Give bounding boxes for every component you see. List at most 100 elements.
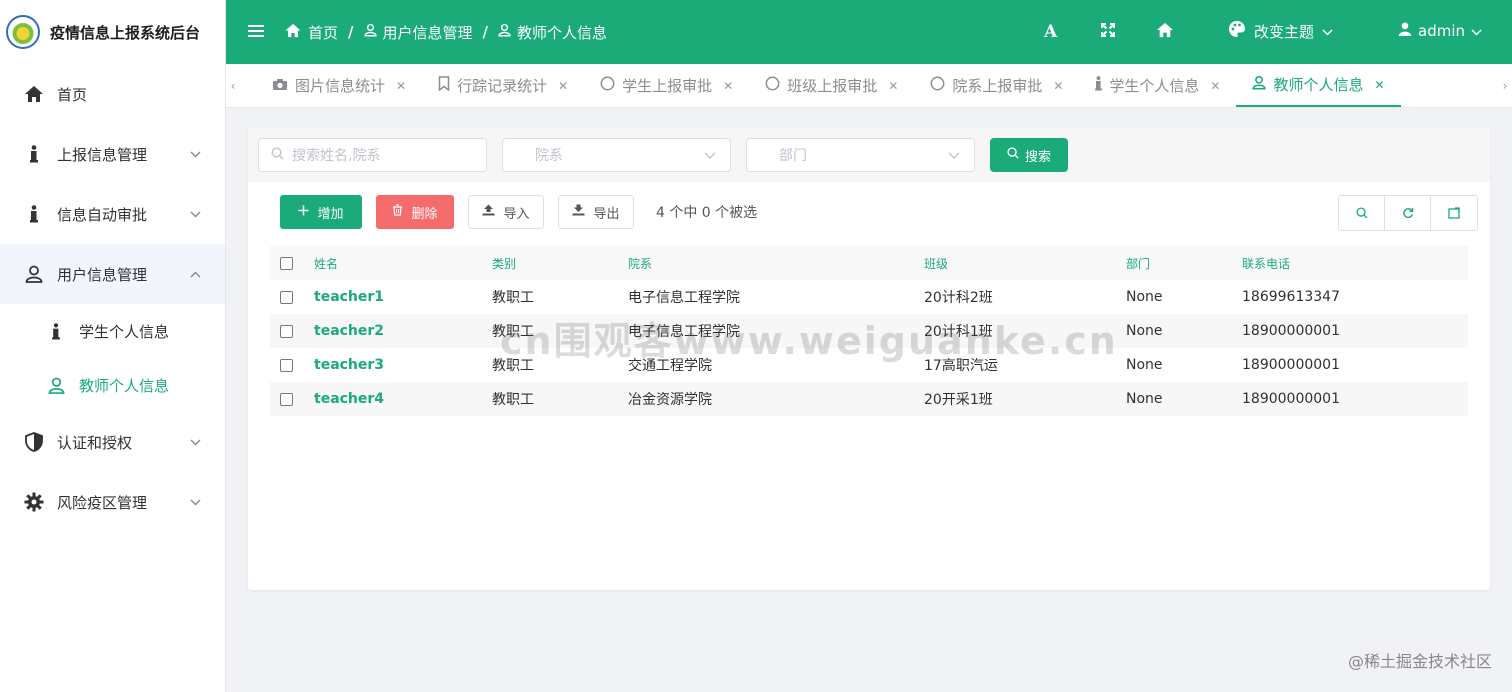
teacher-table: 姓名 类别 院系 班级 部门 联系电话 teacher1 教职工 电子信息工程学… <box>270 246 1468 416</box>
cell-name[interactable]: teacher1 <box>304 280 482 314</box>
column-header[interactable]: 姓名 <box>304 246 482 280</box>
cell-class: 20开采1班 <box>914 382 1116 416</box>
circle-icon <box>600 76 615 95</box>
row-checkbox[interactable] <box>280 392 293 406</box>
close-icon[interactable]: ✕ <box>396 79 406 93</box>
user-icon <box>1252 75 1267 94</box>
tab-label: 学生上报审批 <box>622 77 713 95</box>
import-button[interactable]: 导入 <box>468 195 544 229</box>
close-icon[interactable]: ✕ <box>1210 79 1220 93</box>
table-row[interactable]: teacher1 教职工 电子信息工程学院 20计科2班 None 186996… <box>270 280 1468 314</box>
column-header[interactable]: 院系 <box>618 246 914 280</box>
close-icon[interactable]: ✕ <box>558 79 568 93</box>
cell-college: 电子信息工程学院 <box>618 314 914 348</box>
add-button-label: 增加 <box>317 206 344 222</box>
row-checkbox[interactable] <box>280 290 293 304</box>
row-checkbox[interactable] <box>280 358 293 372</box>
refresh-icon[interactable] <box>1385 196 1431 230</box>
tab-student-info[interactable]: 学生个人信息 ✕ <box>1079 64 1236 107</box>
user-dropdown[interactable]: admin <box>1398 21 1482 41</box>
cell-college: 交通工程学院 <box>628 358 712 374</box>
close-icon[interactable]: ✕ <box>888 79 898 93</box>
export-button[interactable]: 导出 <box>558 195 634 229</box>
tab-trace-stats[interactable]: 行踪记录统计 ✕ <box>422 64 584 107</box>
fullscreen-icon[interactable] <box>1100 22 1116 38</box>
column-header[interactable]: 联系电话 <box>1232 246 1468 280</box>
user-icon <box>498 23 511 41</box>
username-label: admin <box>1418 22 1465 40</box>
close-icon[interactable]: ✕ <box>723 79 733 93</box>
circle-icon <box>765 76 780 95</box>
table-row[interactable]: teacher3 教职工 交通工程学院 17高职汽运 None 18900000… <box>270 348 1468 382</box>
delete-button[interactable]: 删除 <box>376 195 454 229</box>
upload-icon <box>482 204 495 220</box>
tab-bar: ‹ 图片信息统计 ✕ 行踪记录统计 ✕ 学生上报审批 ✕ 班级上报审批 ✕ 院系… <box>226 64 1512 108</box>
table-row[interactable]: teacher2 教职工 电子信息工程学院 20计科1班 None 189000… <box>270 314 1468 348</box>
font-size-button[interactable]: A <box>1044 22 1057 42</box>
filter-bar: 搜索姓名,院系 院系 部门 搜索 <box>248 128 1490 182</box>
menu-toggle-icon[interactable] <box>248 22 264 43</box>
brand: 疫情信息上报系统后台 <box>0 0 225 64</box>
sidebar-item-label: 信息自动审批 <box>57 205 148 224</box>
content-card: 搜索姓名,院系 院系 部门 搜索 增加 删除 导入 导出 4 个中 0 个被选 … <box>248 128 1490 590</box>
selection-status: 4 个中 0 个被选 <box>656 205 758 221</box>
cell-phone: 18900000001 <box>1242 357 1340 373</box>
sidebar-subitem-label: 学生个人信息 <box>79 322 170 341</box>
close-icon[interactable]: ✕ <box>1053 79 1063 93</box>
row-checkbox[interactable] <box>280 324 293 338</box>
search-button[interactable]: 搜索 <box>990 138 1068 172</box>
tab-student-approval[interactable]: 学生上报审批 ✕ <box>584 64 749 107</box>
sidebar-item-label: 上报信息管理 <box>57 145 148 164</box>
cell-department: None <box>1116 314 1232 348</box>
shield-icon <box>22 432 46 452</box>
camera-icon <box>272 77 288 95</box>
tab-class-approval[interactable]: 班级上报审批 ✕ <box>749 64 914 107</box>
add-button[interactable]: 增加 <box>280 195 362 229</box>
sidebar-item-report-management[interactable]: 上报信息管理 <box>0 124 225 184</box>
cell-phone: 18900000001 <box>1232 382 1468 416</box>
theme-label: 改变主题 <box>1254 22 1315 41</box>
sidebar-item-auto-approval[interactable]: 信息自动审批 <box>0 184 225 244</box>
sidebar-item-risk-area[interactable]: 风险疫区管理 <box>0 472 225 532</box>
row-select-cell <box>270 348 304 382</box>
sidebar-item-user-management[interactable]: 用户信息管理 <box>0 244 225 304</box>
cell-name[interactable]: teacher3 <box>304 348 482 382</box>
chevron-up-icon <box>190 268 201 281</box>
department-select[interactable]: 部门 <box>746 138 975 172</box>
columns-icon[interactable] <box>1431 196 1477 230</box>
theme-dropdown[interactable]: 改变主题 <box>1228 20 1333 42</box>
search-toggle-icon[interactable] <box>1339 196 1385 230</box>
sidebar-item-auth[interactable]: 认证和授权 <box>0 412 225 472</box>
select-all-cell <box>270 246 304 280</box>
tab-scroll-left-icon[interactable]: ‹ <box>226 64 240 107</box>
download-icon <box>572 204 585 220</box>
breadcrumb-item[interactable]: 首页 <box>308 22 338 43</box>
column-header[interactable]: 班级 <box>914 246 1116 280</box>
column-header[interactable]: 类别 <box>482 246 618 280</box>
cell-name[interactable]: teacher4 <box>304 382 482 416</box>
sidebar-subitem-teacher-info[interactable]: 教师个人信息 <box>0 358 225 412</box>
sidebar-subitem-student-info[interactable]: 学生个人信息 <box>0 304 225 358</box>
column-header[interactable]: 部门 <box>1116 246 1232 280</box>
breadcrumb-item[interactable]: 用户信息管理 <box>383 22 473 43</box>
college-select[interactable]: 院系 <box>502 138 731 172</box>
gear-icon <box>22 492 46 512</box>
user-icon <box>363 23 377 41</box>
sidebar-item-home[interactable]: 首页 <box>0 64 225 124</box>
breadcrumb-separator: / <box>482 23 488 41</box>
row-select-cell <box>270 314 304 348</box>
select-all-checkbox[interactable] <box>280 257 293 270</box>
tab-label: 图片信息统计 <box>295 77 386 95</box>
table-row[interactable]: teacher4 教职工 冶金资源学院 20开采1班 None 18900000… <box>270 382 1468 416</box>
close-icon[interactable]: ✕ <box>1374 78 1384 92</box>
tab-teacher-info[interactable]: 教师个人信息 ✕ <box>1236 64 1401 107</box>
chevron-down-icon <box>704 148 716 162</box>
cell-category: 教职工 <box>492 358 534 374</box>
tab-college-approval[interactable]: 院系上报审批 ✕ <box>914 64 1079 107</box>
home-icon[interactable] <box>1156 22 1174 38</box>
tab-scroll-right-icon[interactable]: › <box>1498 64 1512 107</box>
cell-name[interactable]: teacher2 <box>304 314 482 348</box>
tab-image-stats[interactable]: 图片信息统计 ✕ <box>240 64 422 107</box>
search-input[interactable]: 搜索姓名,院系 <box>258 138 487 172</box>
sidebar: 疫情信息上报系统后台 首页 上报信息管理 信息自动审批 用户信息管理 学生个人信… <box>0 0 226 692</box>
